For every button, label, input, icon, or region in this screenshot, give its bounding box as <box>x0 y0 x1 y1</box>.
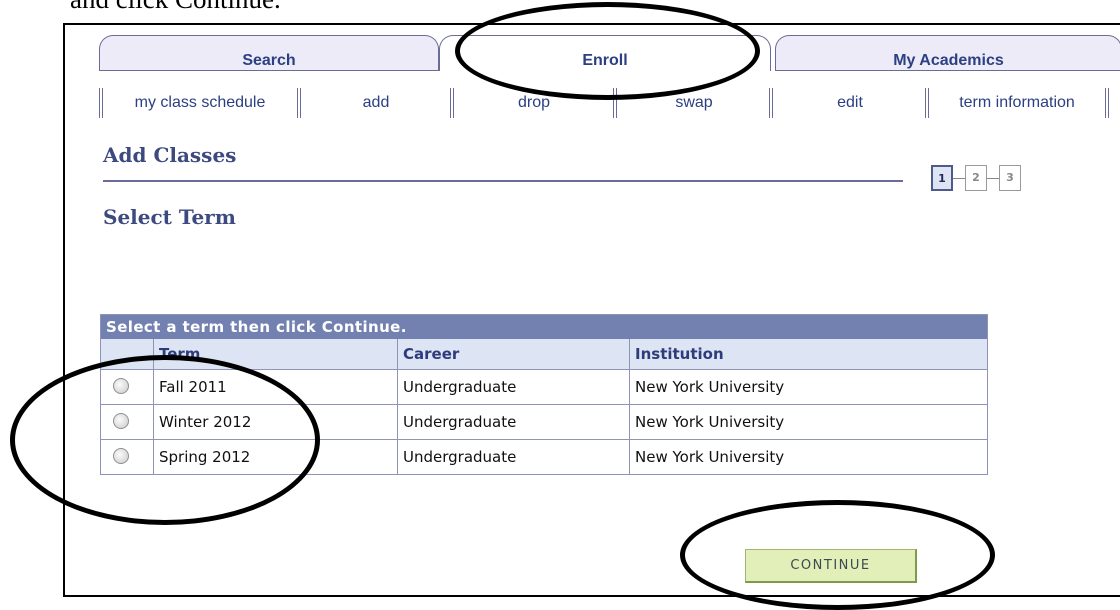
title-divider <box>103 180 903 182</box>
term-cell: Fall 2011 <box>153 370 397 404</box>
select-cell <box>101 370 153 404</box>
page-frame: Search Enroll My Academics my class sche… <box>63 23 1120 597</box>
grid-header-row: Term Career Institution <box>101 339 987 370</box>
term-radio-button[interactable] <box>113 413 129 429</box>
subtab-edit[interactable]: edit <box>775 88 925 118</box>
subtab-add[interactable]: add <box>303 88 449 118</box>
subtab-drop[interactable]: drop <box>456 88 612 118</box>
subtab-divider <box>925 88 929 118</box>
term-grid: Select a term then click Continue. Term … <box>100 314 988 475</box>
tab-enroll[interactable]: Enroll <box>439 35 771 71</box>
subtab-divider <box>613 88 617 118</box>
instruction-caption: and click Continue. <box>70 0 281 15</box>
column-header-term: Term <box>153 339 397 369</box>
tab-search[interactable]: Search <box>99 35 439 71</box>
term-radio-button[interactable] <box>113 378 129 394</box>
institution-cell: New York University <box>629 370 987 404</box>
column-header-career: Career <box>397 339 629 369</box>
term-radio-button[interactable] <box>113 448 129 464</box>
step-3-icon: 3 <box>999 165 1021 191</box>
subtab-term-information[interactable]: term information <box>931 88 1103 118</box>
page-title: Add Classes <box>103 143 237 167</box>
table-row: Spring 2012 Undergraduate New York Unive… <box>101 440 987 475</box>
subtab-swap[interactable]: swap <box>619 88 769 118</box>
career-cell: Undergraduate <box>397 440 629 474</box>
subtab-divider <box>99 88 103 118</box>
column-header-institution: Institution <box>629 339 987 369</box>
section-title: Select Term <box>103 205 236 229</box>
table-row: Fall 2011 Undergraduate New York Univers… <box>101 370 987 405</box>
grid-title: Select a term then click Continue. <box>101 315 987 339</box>
subtab-divider <box>769 88 773 118</box>
career-cell: Undergraduate <box>397 405 629 439</box>
institution-cell: New York University <box>629 405 987 439</box>
tab-baseline <box>99 70 439 71</box>
continue-button[interactable]: CONTINUE <box>745 549 917 583</box>
term-cell: Winter 2012 <box>153 405 397 439</box>
step-2-icon: 2 <box>965 165 987 191</box>
select-cell <box>101 440 153 474</box>
institution-cell: New York University <box>629 440 987 474</box>
career-cell: Undergraduate <box>397 370 629 404</box>
step-connector <box>987 178 999 179</box>
subtab-my-class-schedule[interactable]: my class schedule <box>105 88 295 118</box>
term-cell: Spring 2012 <box>153 440 397 474</box>
tab-baseline <box>775 70 1120 71</box>
step-connector <box>953 178 965 179</box>
subtab-divider <box>1105 88 1109 118</box>
tab-my-academics[interactable]: My Academics <box>775 35 1120 71</box>
select-cell <box>101 405 153 439</box>
step-1-icon: 1 <box>931 165 953 191</box>
column-header-select <box>101 339 153 369</box>
table-row: Winter 2012 Undergraduate New York Unive… <box>101 405 987 440</box>
subtab-divider <box>297 88 301 118</box>
subtab-divider <box>450 88 454 118</box>
